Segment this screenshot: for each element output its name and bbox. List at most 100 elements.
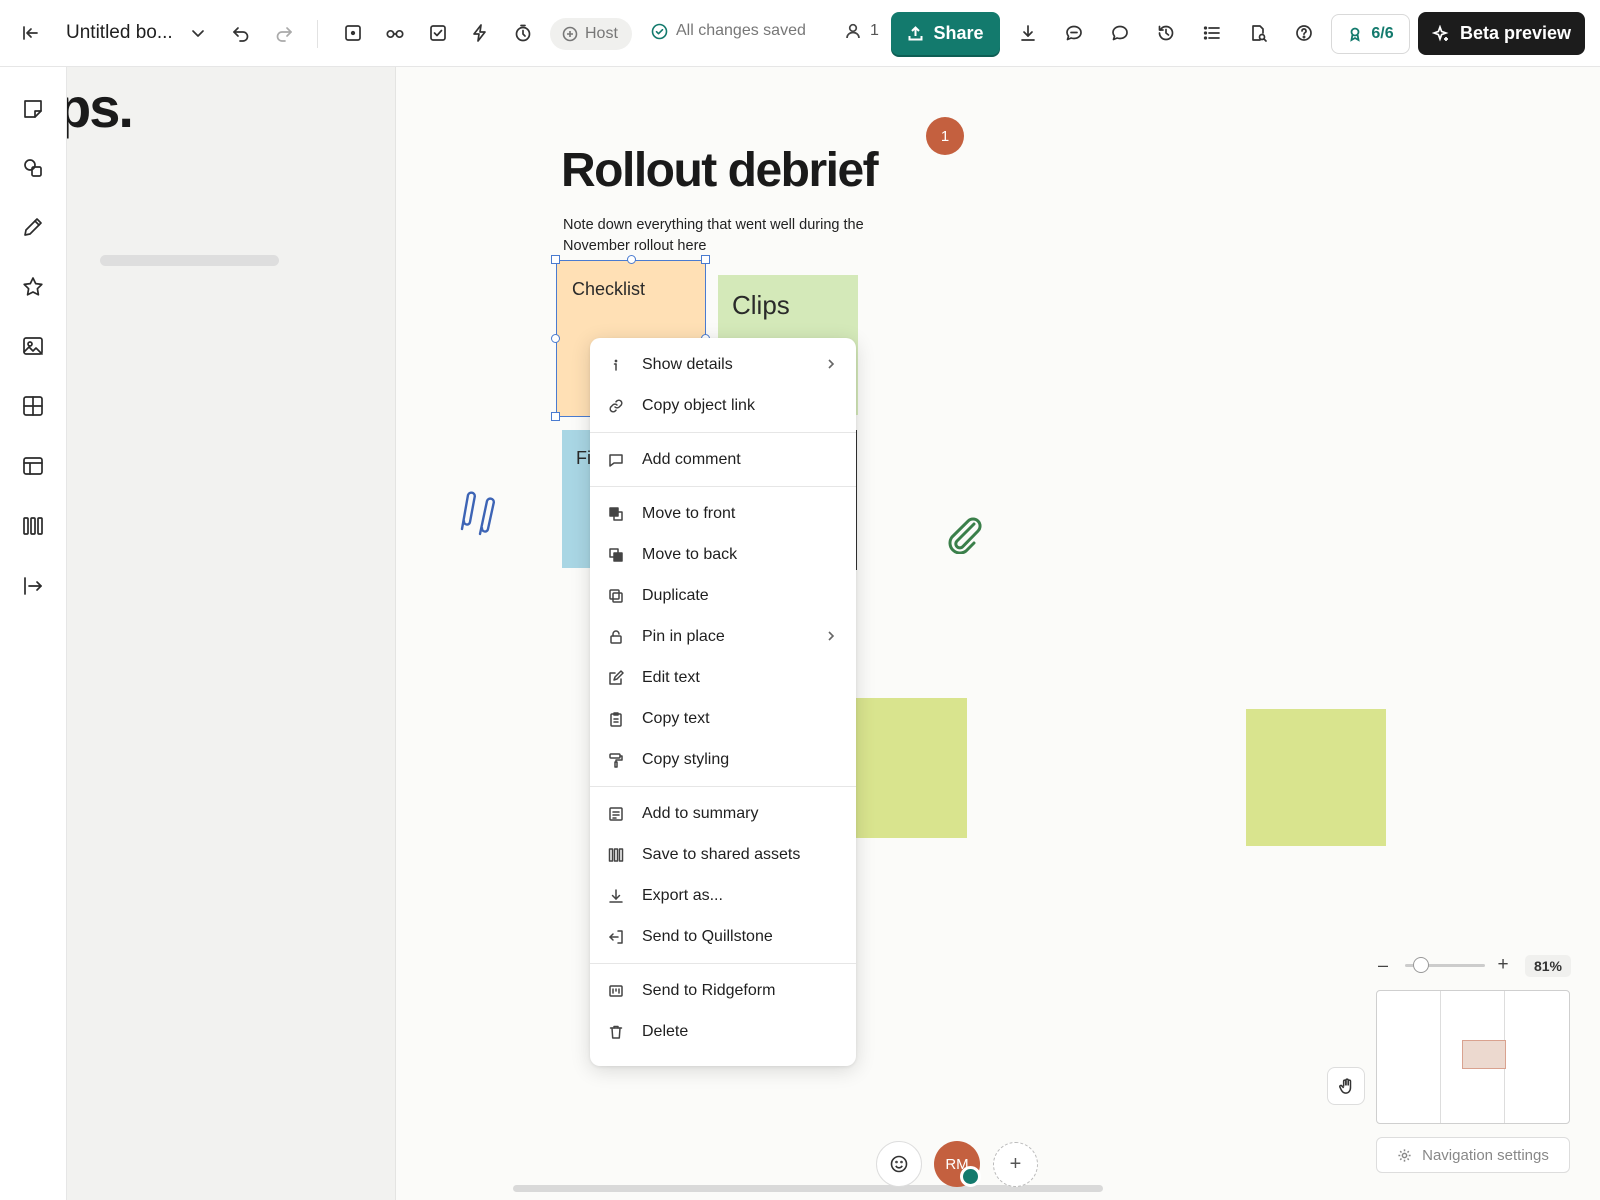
host-label: Host bbox=[585, 25, 618, 42]
download-icon[interactable] bbox=[1012, 17, 1044, 49]
menu-divider bbox=[590, 432, 856, 433]
navigation-settings-button[interactable]: Navigation settings bbox=[1376, 1137, 1570, 1173]
undo-icon[interactable] bbox=[225, 17, 257, 49]
sticky-note-lime[interactable] bbox=[1246, 709, 1386, 846]
checkbox-icon[interactable] bbox=[422, 17, 454, 49]
resize-handle[interactable] bbox=[551, 412, 560, 421]
resize-handle[interactable] bbox=[627, 255, 636, 264]
expand-sidebar-icon[interactable] bbox=[19, 572, 47, 600]
achievements-button[interactable]: 6/6 bbox=[1331, 14, 1410, 54]
menu-item-label: Move to back bbox=[642, 545, 738, 563]
library-icon[interactable] bbox=[19, 512, 47, 540]
share-button[interactable]: Share bbox=[891, 12, 1000, 55]
comment-icon[interactable] bbox=[1104, 17, 1136, 49]
save-status-text: All changes saved bbox=[676, 22, 806, 39]
redo-icon[interactable] bbox=[268, 17, 300, 49]
menu-item-save-to-shared-assets[interactable]: Save to shared assets bbox=[590, 834, 856, 875]
shapes-icon[interactable] bbox=[19, 154, 47, 182]
menu-item-delete[interactable]: Delete bbox=[590, 1011, 856, 1052]
menu-item-label: Pin in place bbox=[642, 627, 725, 645]
navigation-settings-label: Navigation settings bbox=[1422, 1146, 1549, 1164]
menu-item-add-comment[interactable]: Add comment bbox=[590, 439, 856, 480]
share-label: Share bbox=[933, 23, 984, 43]
help-icon[interactable] bbox=[1288, 17, 1320, 49]
collaborators-button[interactable]: 1 bbox=[844, 22, 879, 40]
menu-item-label: Edit text bbox=[642, 668, 700, 686]
menu-item-move-to-front[interactable]: Move to front bbox=[590, 493, 856, 534]
menu-item-copy-text[interactable]: Copy text bbox=[590, 698, 856, 739]
paperclip-icon[interactable] bbox=[452, 489, 502, 537]
zoom-out-button[interactable]: – bbox=[1376, 955, 1390, 975]
chevron-down-icon[interactable] bbox=[182, 17, 214, 49]
menu-divider bbox=[590, 486, 856, 487]
list-icon[interactable] bbox=[1196, 17, 1228, 49]
minimap-viewport[interactable] bbox=[1462, 1040, 1506, 1069]
menu-item-copy-object-link[interactable]: Copy object link bbox=[590, 385, 856, 426]
frame-icon[interactable] bbox=[337, 17, 369, 49]
frame-placeholder-bar bbox=[100, 255, 279, 266]
comment-marker[interactable]: 1 bbox=[926, 117, 964, 155]
sticky-note-text: Fi bbox=[576, 448, 591, 468]
glasses-icon[interactable] bbox=[379, 17, 411, 49]
resize-handle[interactable] bbox=[551, 255, 560, 264]
menu-item-label: Copy text bbox=[642, 709, 710, 727]
menu-item-copy-styling[interactable]: Copy styling bbox=[590, 739, 856, 780]
paperclip-icon[interactable] bbox=[944, 514, 984, 554]
menu-item-label: Send to Ridgeform bbox=[642, 981, 776, 999]
menu-item-label: Add comment bbox=[642, 450, 741, 468]
toolbar-divider bbox=[317, 20, 318, 48]
context-menu: Show details Copy object link Add commen… bbox=[590, 338, 856, 1066]
invite-button[interactable]: + bbox=[993, 1142, 1038, 1187]
chat-icon[interactable] bbox=[1058, 17, 1090, 49]
star-icon[interactable] bbox=[19, 273, 47, 301]
document-search-icon[interactable] bbox=[1242, 17, 1274, 49]
frame-left[interactable]: ps. bbox=[67, 67, 396, 1200]
plus-circle-icon bbox=[562, 26, 578, 42]
board-title[interactable]: Untitled bo... bbox=[66, 22, 173, 44]
achievements-count: 6/6 bbox=[1371, 25, 1394, 42]
resize-handle[interactable] bbox=[551, 334, 560, 343]
back-icon[interactable] bbox=[14, 17, 46, 49]
minimap[interactable] bbox=[1376, 990, 1570, 1124]
menu-item-add-to-summary[interactable]: Add to summary bbox=[590, 793, 856, 834]
menu-item-label: Export as... bbox=[642, 886, 723, 904]
trash-icon bbox=[608, 1024, 624, 1040]
menu-item-label: Delete bbox=[642, 1022, 689, 1040]
beta-preview-button[interactable]: Beta preview bbox=[1418, 12, 1585, 55]
hand-tool-button[interactable] bbox=[1327, 1067, 1365, 1105]
menu-item-duplicate[interactable]: Duplicate bbox=[590, 575, 856, 616]
menu-item-label: Save to shared assets bbox=[642, 845, 801, 863]
menu-item-show-details[interactable]: Show details bbox=[590, 344, 856, 385]
frame-heading: ps. bbox=[67, 76, 134, 139]
menu-item-send-to-quillstone[interactable]: Send to Quillstone bbox=[590, 916, 856, 957]
layout-icon[interactable] bbox=[19, 452, 47, 480]
zoom-slider-knob[interactable] bbox=[1413, 957, 1429, 973]
history-icon[interactable] bbox=[1150, 17, 1182, 49]
host-button[interactable]: Host bbox=[550, 18, 632, 50]
zoom-level[interactable]: 81% bbox=[1525, 955, 1571, 977]
menu-item-edit-text[interactable]: Edit text bbox=[590, 657, 856, 698]
sparkle-icon bbox=[1431, 24, 1449, 41]
sticky-note-icon[interactable] bbox=[19, 95, 47, 123]
menu-item-export-as[interactable]: Export as... bbox=[590, 875, 856, 916]
zoom-in-button[interactable]: + bbox=[1495, 954, 1511, 975]
menu-item-label: Send to Quillstone bbox=[642, 927, 773, 945]
pen-icon[interactable] bbox=[19, 213, 47, 241]
menu-item-move-to-back[interactable]: Move to back bbox=[590, 534, 856, 575]
sticky-note-lime[interactable] bbox=[837, 698, 967, 838]
board-heading[interactable]: Rollout debrief bbox=[561, 143, 879, 198]
lightning-icon[interactable] bbox=[464, 17, 496, 49]
board-note[interactable]: Note down everything that went well duri… bbox=[563, 215, 913, 257]
menu-item-pin-in-place[interactable]: Pin in place bbox=[590, 616, 856, 657]
chevron-right-icon bbox=[824, 629, 838, 643]
resize-handle[interactable] bbox=[701, 255, 710, 264]
menu-item-send-to-ridgeform[interactable]: Send to Ridgeform bbox=[590, 970, 856, 1011]
image-icon[interactable] bbox=[19, 332, 47, 360]
ribbon-icon bbox=[1350, 27, 1361, 42]
menu-item-label: Copy styling bbox=[642, 750, 730, 768]
table-icon[interactable] bbox=[19, 392, 47, 420]
menu-item-label: Copy object link bbox=[642, 396, 755, 414]
reaction-button[interactable] bbox=[876, 1141, 922, 1187]
timer-icon[interactable] bbox=[507, 17, 539, 49]
check-circle-icon bbox=[651, 23, 668, 39]
